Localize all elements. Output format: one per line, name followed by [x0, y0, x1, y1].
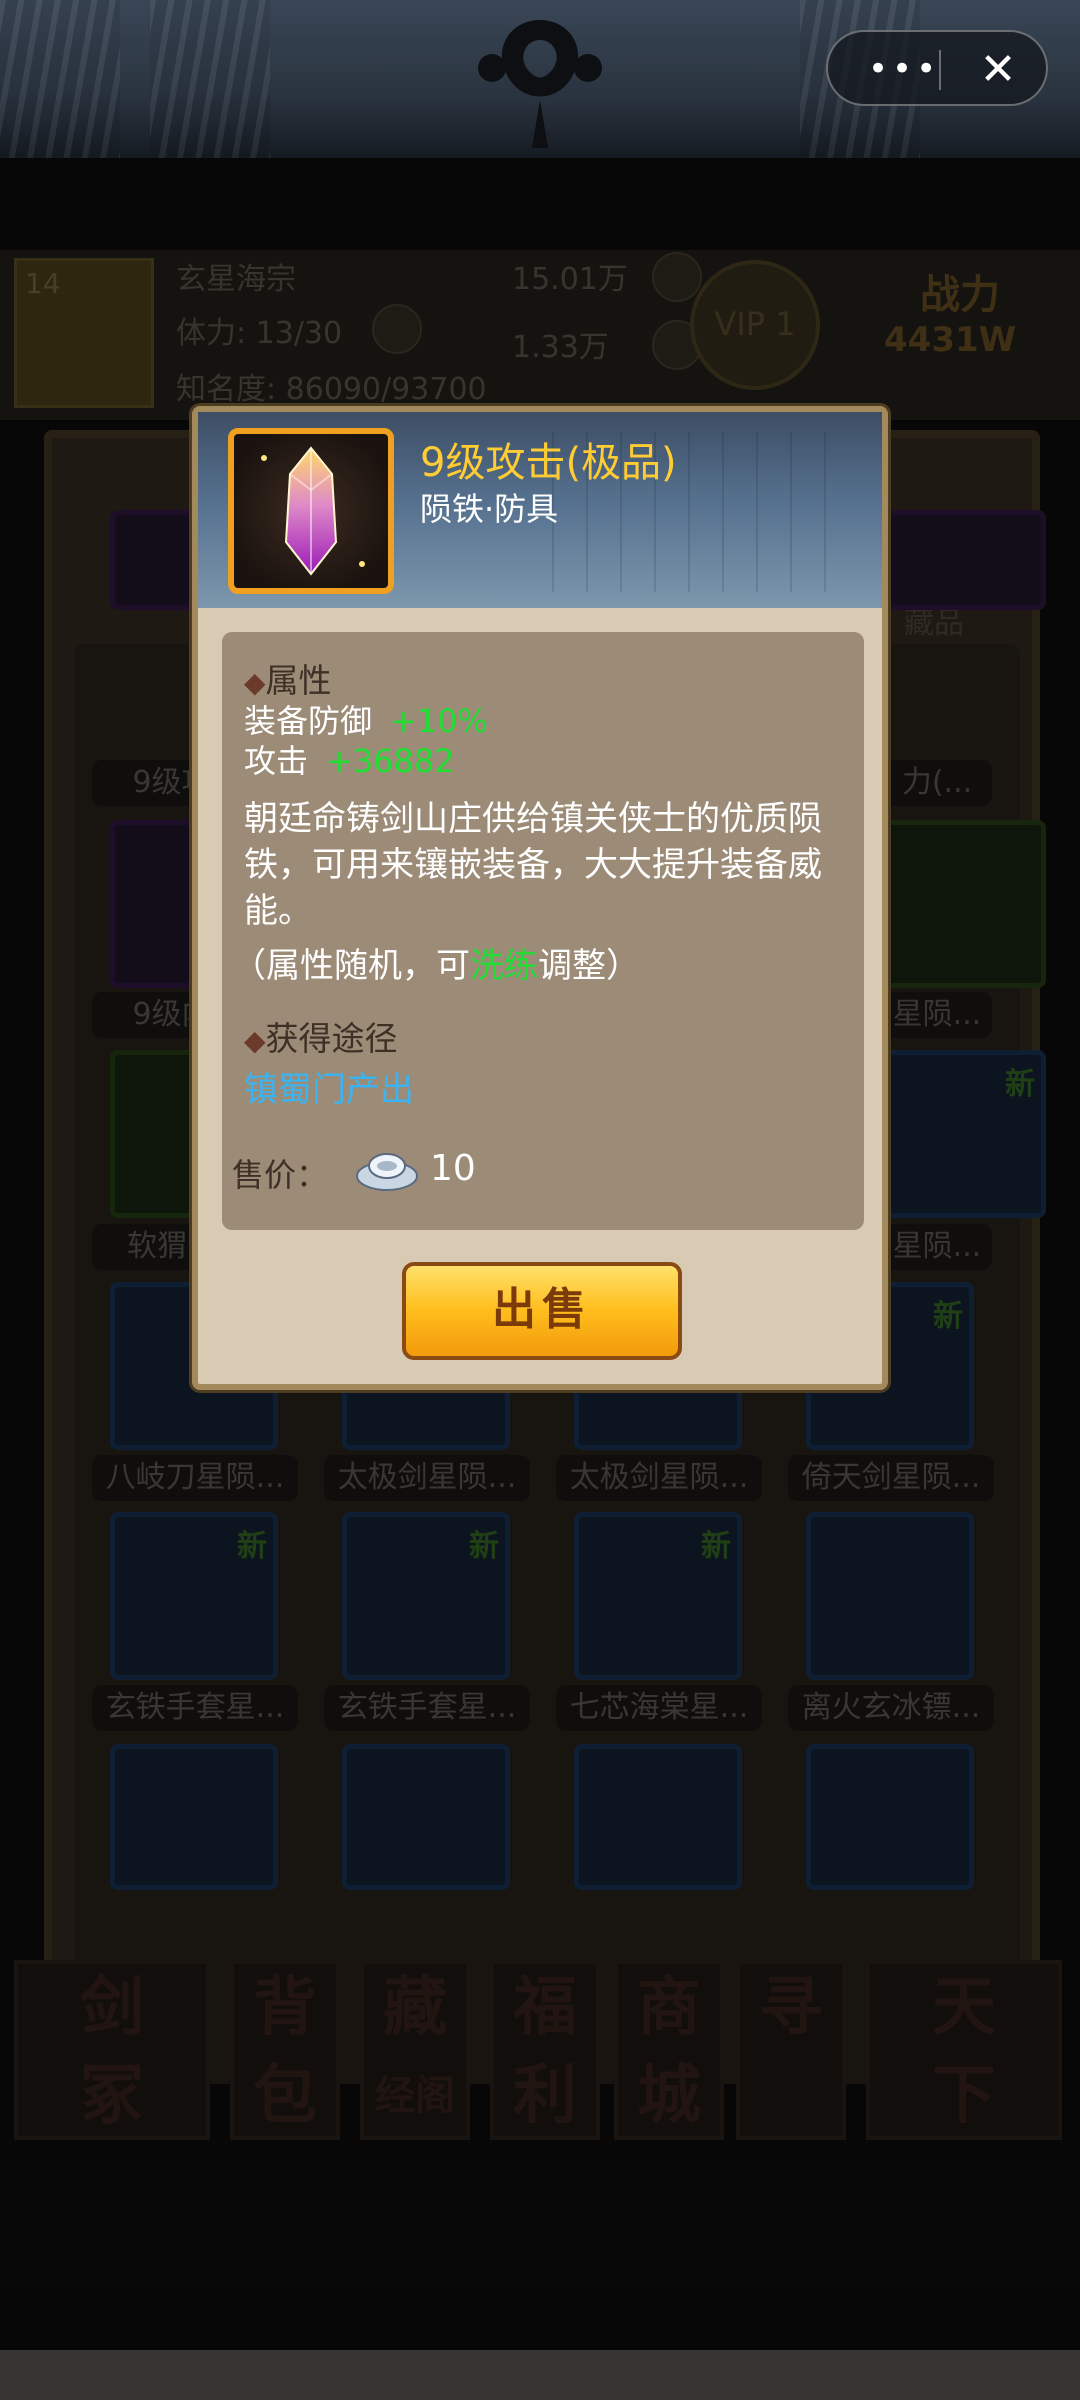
miniprogram-capsule: ••• ✕	[826, 30, 1048, 106]
roof-tile	[0, 0, 120, 158]
price-label: 售价：	[232, 1156, 329, 1194]
item-icon	[228, 428, 394, 594]
roof-tile	[150, 0, 270, 158]
stat-value: +36882	[326, 742, 455, 780]
roof-ornament-icon	[478, 20, 602, 148]
close-button[interactable]: ✕	[968, 42, 1028, 98]
source-title: ◆获得途径	[244, 1012, 398, 1060]
item-name: 9级攻击(极品)	[420, 440, 677, 486]
stat-row: 攻击 +36882	[244, 736, 455, 782]
diamond-bullet-icon: ◆	[244, 1024, 266, 1057]
stat-value: +10%	[390, 702, 488, 740]
attributes-title-text: 属性	[265, 661, 332, 700]
attributes-title: ◆属性	[244, 654, 332, 702]
random-attribute-note: （属性随机，可洗练调整）	[232, 938, 640, 987]
note-prefix: （属性随机，可	[232, 946, 470, 986]
item-description: 朝廷命铸剑山庄供给镇关侠士的优质陨铁，可用来镶嵌装备，大大提升装备威能。	[244, 799, 822, 931]
item-detail-popup: 9级攻击(极品) 陨铁·防具 ◆属性 装备防御 +10% 攻击 +36882 朝廷命…	[192, 406, 888, 1390]
sell-button[interactable]: 出售	[402, 1262, 682, 1360]
price-value: 10	[430, 1148, 476, 1189]
item-info-box: ◆属性 装备防御 +10% 攻击 +36882 朝廷命铸剑山庄供给镇关侠士的优质陨铁…	[222, 632, 864, 1230]
source-title-text: 获得途径	[265, 1019, 398, 1058]
refine-link[interactable]: 洗练	[470, 946, 538, 986]
stat-name: 攻击	[244, 742, 309, 780]
note-suffix: 调整）	[538, 946, 640, 986]
popup-header: 9级攻击(极品) 陨铁·防具	[198, 412, 882, 608]
silver-ingot-icon	[356, 1153, 418, 1191]
diamond-bullet-icon: ◆	[244, 666, 266, 699]
crystal-icon	[261, 446, 365, 576]
capsule-divider	[939, 50, 941, 90]
stat-name: 装备防御	[244, 702, 373, 740]
more-menu-button[interactable]: •••	[868, 52, 938, 86]
item-type: 陨铁·防具	[420, 490, 559, 528]
source-link[interactable]: 镇蜀门产出	[244, 1062, 414, 1111]
